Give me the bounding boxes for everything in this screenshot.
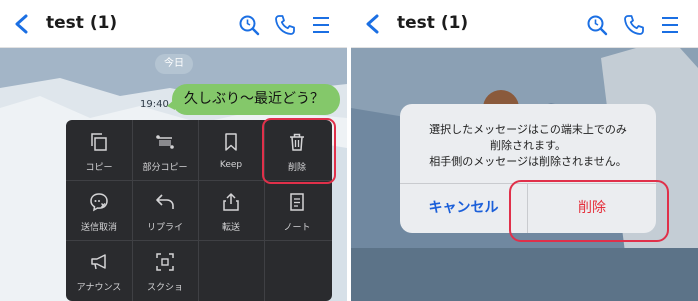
back-chevron-icon[interactable] (12, 13, 32, 35)
search-icon[interactable] (238, 14, 260, 36)
menu-item-screenshot[interactable]: スクショ (132, 240, 198, 300)
right-screenshot: test (1) 選択したメッセージはこの端末上でのみ 削除されます。 相手側の… (351, 0, 698, 301)
screenshot-icon (156, 253, 174, 271)
partial-copy-icon (156, 135, 174, 149)
phone-icon[interactable] (623, 14, 645, 36)
phone-icon[interactable] (274, 14, 296, 36)
menu-item-label: リプライ (146, 223, 183, 233)
dialog-message: 選択したメッセージはこの端末上でのみ 削除されます。 相手側のメッセージは削除さ… (400, 122, 656, 170)
menu-item-label: Keep (219, 160, 243, 170)
menu-item-note[interactable]: ノート (264, 180, 330, 240)
menu-item-label: 部分コピー (142, 163, 188, 173)
chat-title: test (1) (397, 13, 469, 33)
megaphone-icon (91, 254, 106, 270)
search-icon[interactable] (586, 14, 608, 36)
chat-header: test (1) (0, 0, 347, 48)
menu-item-forward[interactable]: 転送 (198, 180, 264, 240)
menu-item-partial-copy[interactable]: 部分コピー (132, 120, 198, 180)
chat-header: test (1) (351, 0, 698, 48)
bookmark-icon (225, 133, 237, 151)
delete-highlight-ring (262, 118, 336, 184)
delete-highlight-ring (509, 180, 669, 242)
copy-icon (91, 133, 107, 151)
dialog-message-line: 選択したメッセージはこの端末上でのみ (429, 123, 627, 136)
menu-item-label: ノート (283, 223, 311, 233)
message-time: 19:40 (140, 99, 169, 110)
share-icon (223, 193, 239, 211)
menu-icon[interactable] (659, 14, 681, 36)
reply-icon (156, 194, 174, 209)
chat-title: test (1) (46, 13, 118, 33)
note-icon (290, 193, 304, 211)
dialog-message-line: 削除されます。 (490, 139, 566, 152)
menu-icon[interactable] (310, 14, 332, 36)
cancel-button[interactable]: キャンセル (400, 184, 527, 233)
left-screenshot: test (1) 今日 19:40 久しぶり〜最近どう？ コピー 部分コピー K… (0, 0, 347, 301)
menu-item-label: スクショ (146, 283, 183, 293)
back-chevron-icon[interactable] (363, 13, 383, 35)
menu-item-unsend[interactable]: 送信取消 (66, 180, 132, 240)
date-separator: 今日 (155, 54, 193, 74)
menu-item-announce[interactable]: アナウンス (66, 240, 132, 300)
menu-item-reply[interactable]: リプライ (132, 180, 198, 240)
dialog-message-line: 相手側のメッセージは削除されません。 (429, 155, 627, 168)
message-bubble[interactable]: 久しぶり〜最近どう？ (172, 84, 340, 115)
menu-item-copy[interactable]: コピー (66, 120, 132, 180)
menu-item-label: コピー (85, 163, 113, 173)
menu-item-keep[interactable]: Keep (198, 120, 264, 180)
menu-item-label: 送信取消 (80, 223, 117, 233)
menu-item-label: アナウンス (76, 283, 122, 293)
unsend-icon (90, 193, 108, 212)
menu-item-label: 転送 (221, 223, 240, 233)
